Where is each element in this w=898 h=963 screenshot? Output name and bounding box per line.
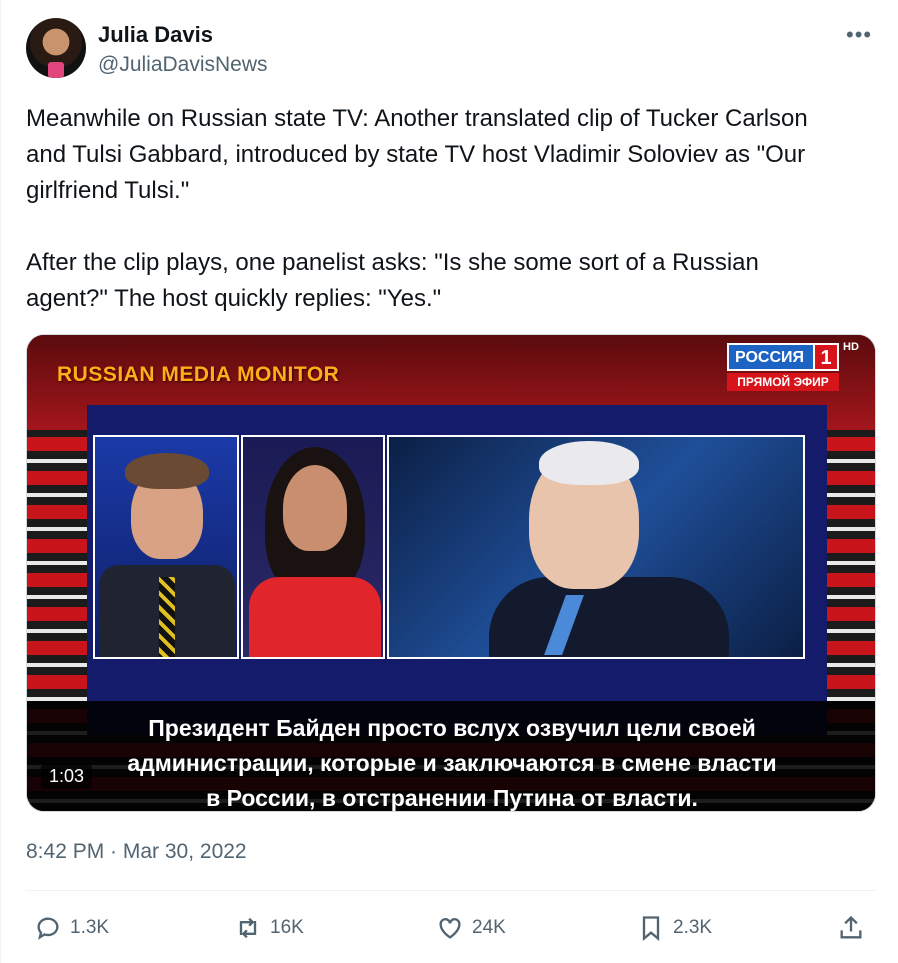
- subtitle-line-2: администрации, которые и заключаются в с…: [127, 750, 777, 776]
- video-frame-president: [387, 435, 805, 659]
- live-badge: ПРЯМОЙ ЭФИР: [727, 373, 839, 391]
- video-duration: 1:03: [41, 764, 93, 789]
- subtitle-line-3: в России, в отстранении Путина от власти…: [206, 785, 698, 811]
- repost-count: 16K: [270, 917, 304, 938]
- video-player[interactable]: RUSSIAN MEDIA MONITOR РОССИЯ 1 HD ПРЯМОЙ…: [26, 334, 876, 812]
- repost-icon: [239, 917, 257, 939]
- reply-icon: [37, 917, 59, 940]
- tweet-timestamp[interactable]: 8:42 PM · Mar 30, 2022: [26, 840, 247, 864]
- reply-count: 1.3K: [70, 917, 110, 938]
- heart-icon: [439, 918, 461, 939]
- share-button[interactable]: [837, 905, 873, 951]
- divider: [26, 890, 876, 891]
- more-icon[interactable]: •••: [846, 22, 872, 48]
- channel-number: 1: [813, 343, 839, 371]
- author-name[interactable]: Julia Davis: [98, 22, 213, 48]
- repost-button[interactable]: 16K: [234, 905, 304, 951]
- bookmark-icon: [642, 916, 660, 941]
- tweet-paragraph-1: Meanwhile on Russian state TV: Another t…: [26, 105, 808, 204]
- bookmark-count: 2.3K: [673, 917, 713, 938]
- subtitle-line-1: Президент Байден просто вслух озвучил це…: [148, 715, 756, 741]
- action-bar: 1.3K 16K 24K 2.3K: [1, 905, 898, 955]
- hd-badge: HD: [843, 341, 859, 353]
- share-icon: [840, 915, 862, 939]
- tweet-paragraph-2: After the clip plays, one panelist asks:…: [26, 249, 759, 312]
- watermark: RUSSIAN MEDIA MONITOR: [57, 363, 340, 386]
- avatar[interactable]: [26, 18, 86, 78]
- video-frame-guest: [241, 435, 385, 659]
- like-button[interactable]: 24K: [436, 905, 506, 951]
- like-count: 24K: [472, 917, 506, 938]
- tweet-text: Meanwhile on Russian state TV: Another t…: [26, 101, 846, 353]
- reply-button[interactable]: 1.3K: [34, 905, 109, 951]
- video-subtitles: Президент Байден просто вслух озвучил це…: [27, 701, 875, 811]
- author-handle[interactable]: @JuliaDavisNews: [98, 53, 268, 77]
- tweet: Julia Davis @JuliaDavisNews ••• Meanwhil…: [0, 0, 898, 963]
- video-frame-host: [93, 435, 239, 659]
- bookmark-button[interactable]: 2.3K: [637, 905, 712, 951]
